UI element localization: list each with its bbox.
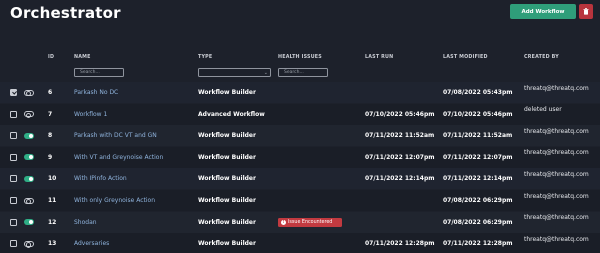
last-run: 07/11/2022 12:14pm [365, 175, 435, 183]
workflow-type: Workflow Builder [198, 197, 256, 204]
chevron-down-icon: ⌄ [263, 70, 268, 76]
row-checkbox[interactable] [10, 153, 17, 161]
table-row[interactable]: 11 With only Greynoise Action Workflow Bui… [0, 190, 600, 211]
workflow-type: Workflow Builder [198, 132, 256, 140]
workflow-name-link[interactable]: With VT and Greynoise Action [74, 154, 163, 161]
page-title: Orchestrator [10, 4, 121, 22]
enabled-toggle[interactable] [24, 154, 34, 161]
last-modified: 07/08/2022 05:43pm [443, 89, 513, 96]
created-by: deleted user [524, 106, 562, 114]
row-id: 7 [48, 110, 53, 118]
row-id: 9 [48, 153, 53, 161]
table-row[interactable]: 12 Shodan Workflow Builder 07/08/2022 06:29… [0, 211, 600, 233]
row-checkbox[interactable] [10, 218, 17, 226]
workflow-type: Workflow Builder [198, 240, 256, 248]
created-by: threatq@threatq.com [524, 170, 589, 178]
type-filter-select[interactable]: ⌄ [198, 68, 271, 77]
row-id: 11 [48, 197, 57, 204]
trash-icon [583, 8, 589, 15]
last-modified: 07/11/2022 12:28pm [443, 240, 513, 248]
column-header-last-modified[interactable]: LAST MODIFIED [443, 55, 488, 60]
row-id: 6 [48, 89, 53, 96]
row-id: 8 [48, 132, 53, 140]
enabled-toggle[interactable] [24, 219, 34, 226]
row-checkbox[interactable] [10, 132, 17, 140]
table-row[interactable]: 9 With VT and Greynoise Action Workflow Bu… [0, 146, 600, 168]
created-by: threatq@threatq.com [524, 127, 589, 135]
row-checkbox[interactable] [10, 240, 17, 248]
column-header-last-run[interactable]: LAST RUN [365, 55, 393, 60]
workflow-name-link[interactable]: With IPinfo Action [74, 175, 127, 182]
column-header-health[interactable]: HEALTH ISSUES [278, 55, 322, 60]
delete-button[interactable] [579, 4, 593, 19]
workflow-type: Workflow Builder [198, 153, 256, 161]
row-id: 12 [48, 218, 57, 226]
enabled-toggle[interactable] [24, 240, 34, 248]
workflow-type: Workflow Builder [198, 218, 256, 226]
table-row[interactable]: 7 Workflow 1 Advanced Workflow 07/10/2022 0… [0, 103, 600, 125]
workflow-name-link[interactable]: Parkash No DC [74, 89, 118, 96]
workflow-type: Workflow Builder [198, 89, 256, 96]
workflow-name-link[interactable]: Parkash with DC VT and GN [74, 132, 157, 139]
last-modified: 07/11/2022 11:52am [443, 132, 513, 140]
table-row[interactable]: 6 Parkash No DC Workflow Builder 07/08/2022… [0, 82, 600, 103]
row-id: 10 [48, 175, 57, 183]
workflow-name-link[interactable]: Workflow 1 [74, 111, 107, 118]
name-search-input[interactable]: Search... [74, 68, 124, 77]
row-id: 13 [48, 240, 57, 248]
workflow-name-link[interactable]: Adversaries [74, 240, 109, 247]
last-modified: 07/08/2022 06:29pm [443, 218, 513, 226]
created-by: threatq@threatq.com [524, 192, 589, 200]
row-checkbox[interactable] [10, 197, 17, 204]
last-run: 07/11/2022 12:28pm [365, 240, 435, 248]
health-search-input[interactable]: Search... [278, 68, 328, 77]
last-run: 07/11/2022 11:52am [365, 132, 435, 140]
column-header-type[interactable]: TYPE [198, 55, 212, 60]
status-badge[interactable]: ! Issue Encountered [278, 217, 342, 227]
enabled-toggle[interactable] [24, 197, 34, 205]
column-header-name[interactable]: NAME [74, 55, 91, 60]
table-row[interactable]: 8 Parkash with DC VT and GN Workflow Build… [0, 125, 600, 147]
created-by: threatq@threatq.com [524, 214, 589, 222]
enabled-toggle[interactable] [24, 89, 34, 97]
last-modified: 07/08/2022 06:29pm [443, 197, 513, 204]
column-header-id[interactable]: ID [48, 55, 54, 60]
row-checkbox[interactable] [10, 89, 17, 96]
warning-icon: ! [281, 219, 286, 225]
workflow-type: Workflow Builder [198, 175, 256, 183]
column-header-created-by[interactable]: CREATED BY [524, 55, 559, 60]
workflow-type: Advanced Workflow [198, 110, 265, 118]
table-row[interactable]: 13 Adversaries Workflow Builder 07/11/2022 … [0, 233, 600, 253]
row-checkbox[interactable] [10, 110, 17, 118]
created-by: threatq@threatq.com [524, 84, 589, 92]
last-modified: 07/11/2022 12:14pm [443, 175, 513, 183]
last-run: 07/11/2022 12:07pm [365, 153, 435, 161]
workflow-name-link[interactable]: Shodan [74, 219, 97, 226]
last-modified: 07/10/2022 05:46pm [443, 110, 513, 118]
table-row[interactable]: 10 With IPinfo Action Workflow Builder 07/1… [0, 168, 600, 190]
last-run: 07/10/2022 05:46pm [365, 110, 435, 118]
row-checkbox[interactable] [10, 175, 17, 183]
status-badge-label: Issue Encountered [288, 219, 333, 225]
add-workflow-button[interactable]: Add Workflow [510, 4, 576, 19]
enabled-toggle[interactable] [24, 175, 34, 182]
created-by: threatq@threatq.com [524, 235, 589, 243]
workflow-name-link[interactable]: With only Greynoise Action [74, 197, 155, 204]
created-by: threatq@threatq.com [524, 149, 589, 157]
enabled-toggle[interactable] [24, 111, 34, 119]
enabled-toggle[interactable] [24, 132, 34, 139]
last-modified: 07/11/2022 12:07pm [443, 153, 513, 161]
